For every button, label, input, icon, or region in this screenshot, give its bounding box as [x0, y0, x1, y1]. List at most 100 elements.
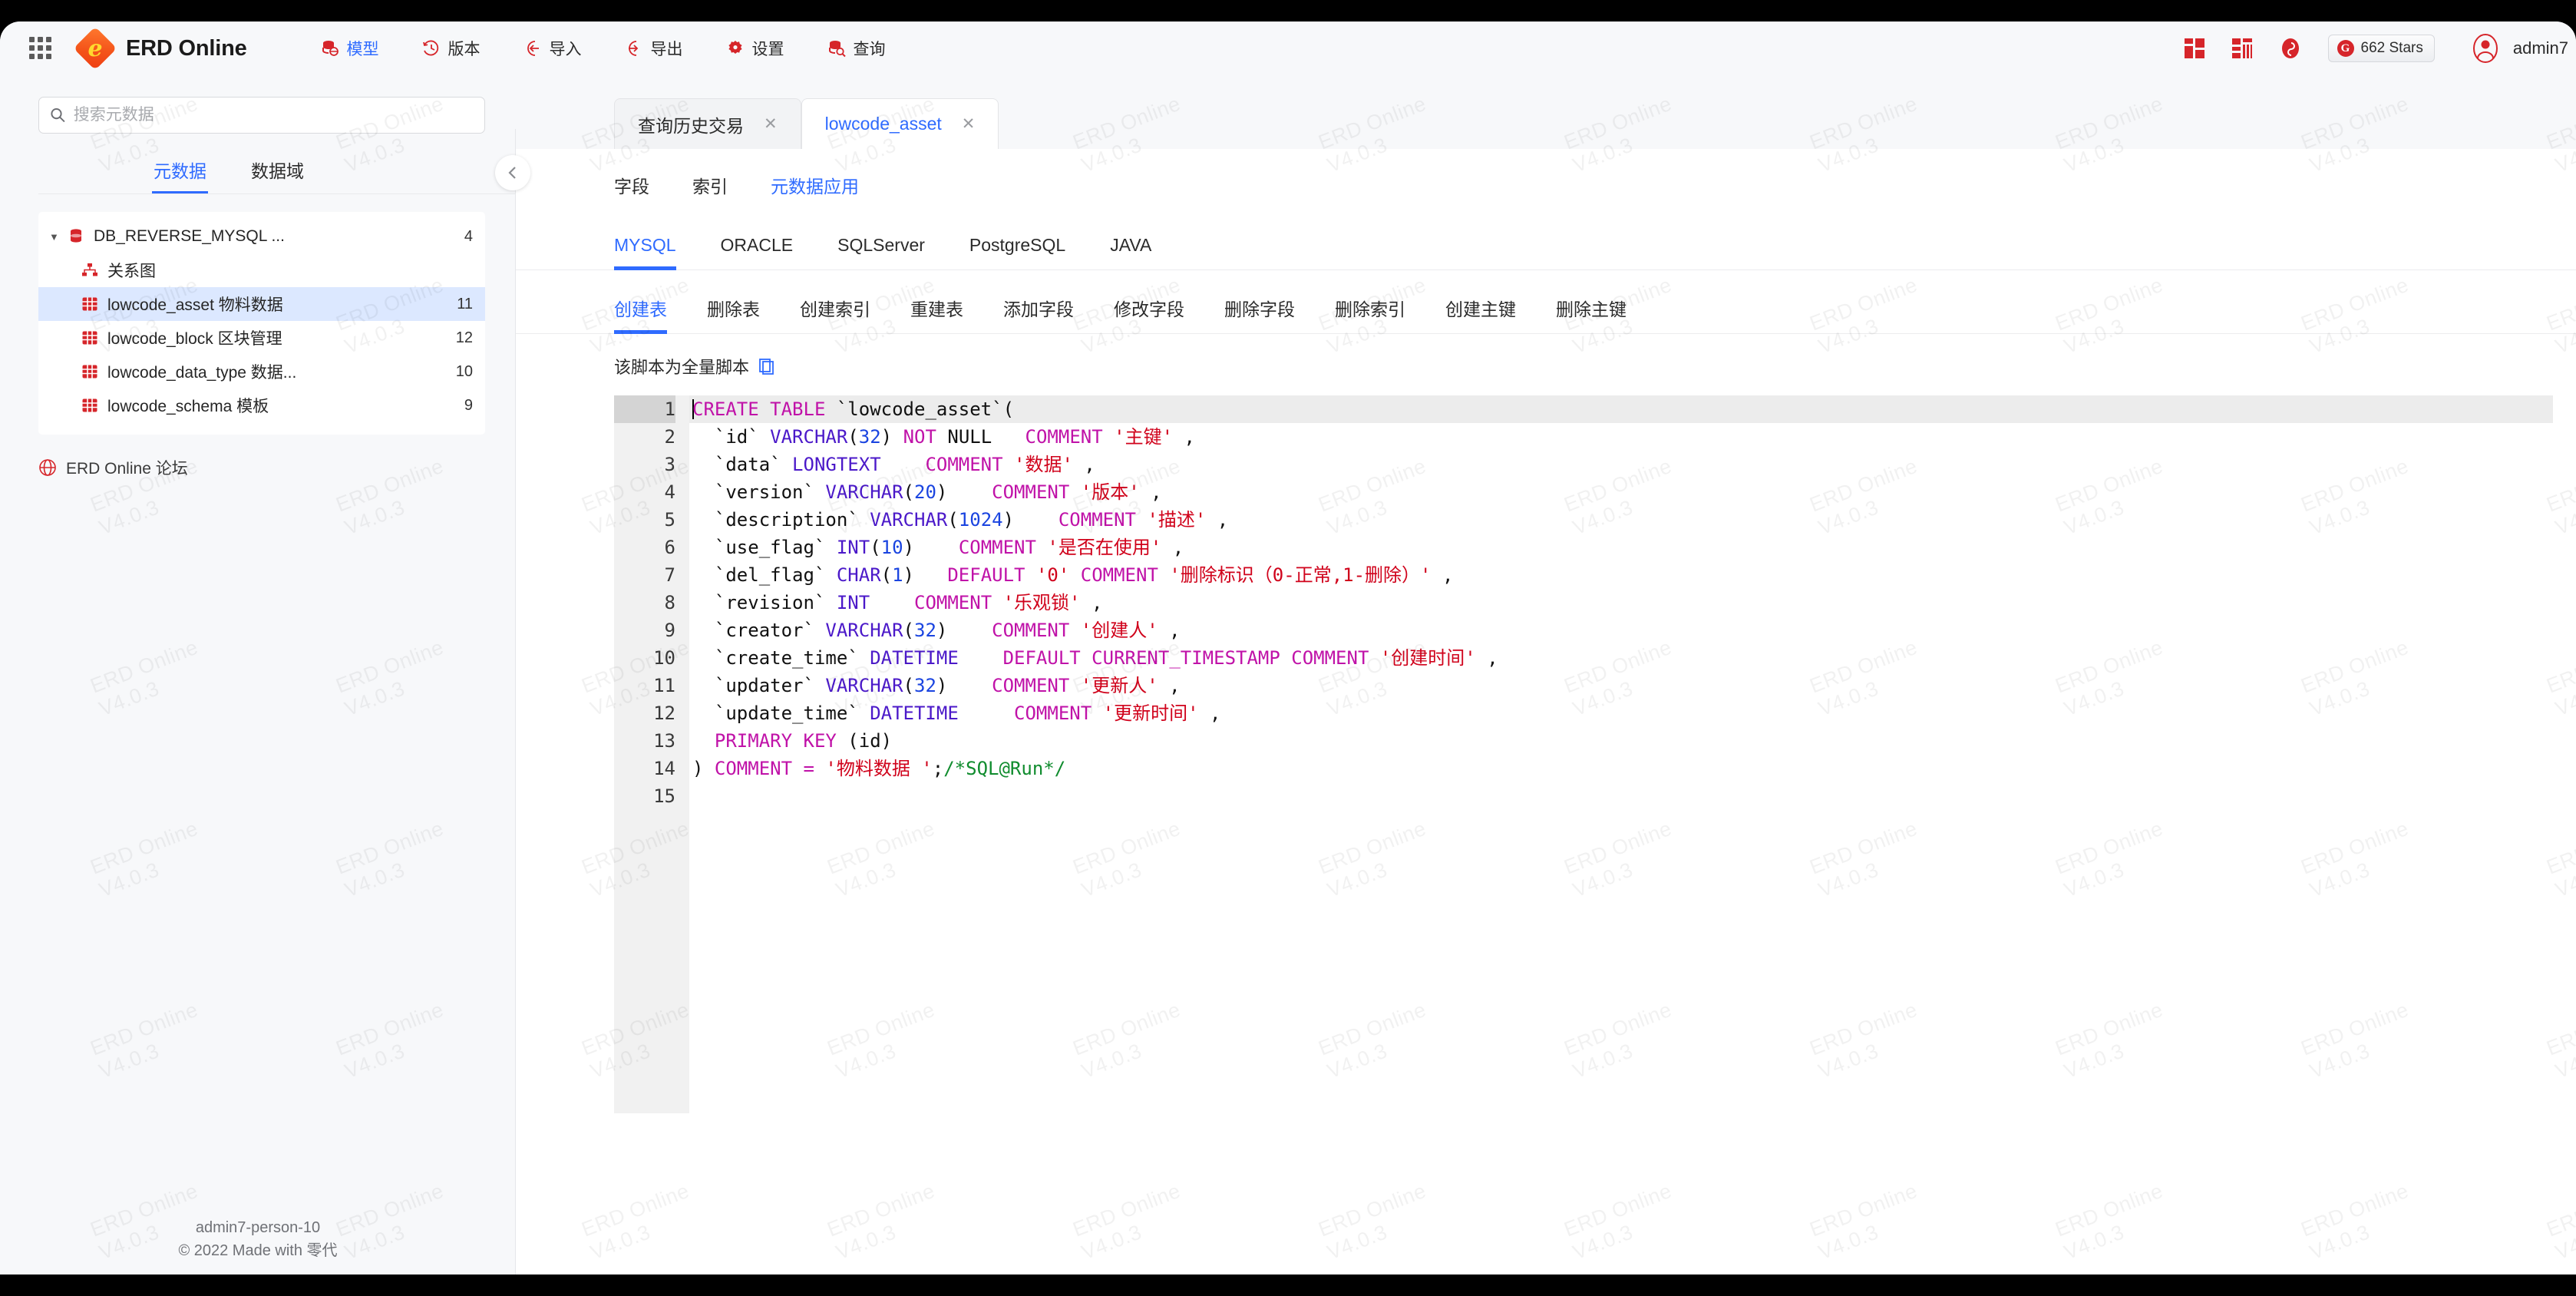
tree-row[interactable]: lowcode_data_type 数据... 10 — [38, 355, 485, 388]
table-sub-tab-2[interactable]: 索引 — [692, 172, 728, 206]
line-number: 12 — [653, 703, 675, 724]
github-stars-badge[interactable]: G 662 Stars — [2327, 35, 2435, 62]
document-tab-label: 查询历史交易 — [638, 115, 744, 136]
code-token: DATETIME — [870, 703, 959, 724]
dialect-tab-3[interactable]: SQLServer — [837, 235, 925, 269]
header-menu-item-3[interactable]: 导入 — [502, 32, 603, 64]
code-line[interactable]: `version` VARCHAR(20) COMMENT '版本' , — [689, 478, 2553, 506]
code-line[interactable]: `update_time` DATETIME COMMENT '更新时间' , — [689, 699, 2553, 727]
ddl-action-tabs: 创建表 删除表 创建索引 重建表 添加字段 修改字段 删除字段 删除索引 创建主键 删除主键 — [516, 270, 2576, 334]
code-token: `revision` — [692, 592, 837, 613]
document-tab-2[interactable]: lowcode_asset ✕ — [801, 98, 999, 149]
sidebar: 元数据 数据域 ▼ DB_REVERSE_MYSQL ... 4 关系图 lowcode_… — [0, 75, 516, 1275]
header-menu-item-2[interactable]: 版本 — [401, 32, 502, 64]
code-token: INT — [836, 537, 870, 558]
table-sub-tab-3[interactable]: 元数据应用 — [771, 172, 859, 206]
code-token: 32 — [858, 426, 881, 448]
sidebar-tab-1[interactable]: 元数据 — [152, 157, 208, 194]
main-content: 查询历史交易 ✕ lowcode_asset ✕ 字段 索引 元数据应用 MYSQL ORA… — [516, 75, 2576, 1275]
ddl-action-tab-6[interactable]: 修改字段 — [1114, 295, 1184, 333]
code-line[interactable]: `id` VARCHAR(32) NOT NULL COMMENT '主键' , — [689, 423, 2553, 451]
table-detail-panel: 字段 索引 元数据应用 MYSQL ORACLE SQLServer PostgreSQL… — [516, 149, 2576, 1275]
tree-row-count: 10 — [455, 362, 473, 380]
line-number: 10 — [653, 647, 675, 669]
ddl-action-tab-3[interactable]: 创建索引 — [800, 295, 870, 333]
header-menu-item-1[interactable]: 模型 — [299, 32, 401, 64]
table-sub-tab-1[interactable]: 字段 — [614, 172, 649, 206]
ddl-action-tab-7[interactable]: 删除字段 — [1224, 295, 1295, 333]
code-line[interactable]: `del_flag` CHAR(1) DEFAULT '0' COMMENT '… — [689, 561, 2553, 589]
chevron-left-icon — [508, 167, 516, 179]
ddl-action-tab-10[interactable]: 删除主键 — [1556, 295, 1627, 333]
line-number: 5 — [664, 509, 675, 531]
header-menu-item-4[interactable]: 导出 — [603, 32, 705, 64]
collapse-sidebar-button[interactable] — [495, 155, 530, 190]
code-line[interactable]: ) COMMENT = '物料数据 ';/*SQL@Run*/ — [689, 755, 2553, 782]
user-name-label: admin7 — [2512, 38, 2568, 58]
close-icon[interactable]: ✕ — [962, 114, 976, 134]
dialect-tab-1[interactable]: MYSQL — [614, 235, 676, 270]
ddl-action-tab-9[interactable]: 创建主键 — [1445, 295, 1516, 333]
search-input[interactable] — [73, 106, 474, 124]
code-line[interactable]: `description` VARCHAR(1024) COMMENT '描述'… — [689, 506, 2553, 534]
user-menu[interactable]: admin7 — [2469, 31, 2576, 65]
forum-link[interactable]: ERD Online 论坛 — [38, 456, 516, 479]
code-line[interactable]: `data` LONGTEXT COMMENT '数据' , — [689, 451, 2553, 478]
header-menu-item-6[interactable]: 查询 — [806, 32, 907, 64]
ddl-action-tab-8[interactable]: 删除索引 — [1335, 295, 1405, 333]
link-circle-icon[interactable] — [2279, 37, 2302, 60]
code-token: COMMENT — [1080, 564, 1170, 586]
copy-icon[interactable] — [758, 358, 775, 375]
sidebar-tab-2[interactable]: 数据域 — [251, 157, 304, 193]
caret-down-icon[interactable]: ▼ — [49, 231, 64, 243]
code-token: `del_flag` — [692, 564, 837, 586]
editor-code-area[interactable]: CREATE TABLE `lowcode_asset`( `id` VARCH… — [689, 395, 2553, 1113]
code-token: ) — [936, 620, 992, 641]
code-line[interactable]: `updater` VARCHAR(32) COMMENT '更新人' , — [689, 672, 2553, 699]
ddl-action-tab-1[interactable]: 创建表 — [614, 295, 667, 334]
code-token: `create_time` — [692, 647, 870, 669]
apps-grid-icon[interactable] — [29, 37, 52, 60]
tree-row[interactable]: lowcode_block 区块管理 12 — [38, 321, 485, 355]
layout-columns-icon[interactable] — [2231, 38, 2253, 59]
code-token: COMMENT — [1025, 426, 1115, 448]
tree-row[interactable]: lowcode_schema 模板 9 — [38, 388, 485, 422]
globe-icon — [39, 459, 56, 476]
dialect-tab-5[interactable]: JAVA — [1110, 235, 1151, 269]
ddl-action-tab-5[interactable]: 添加字段 — [1003, 295, 1074, 333]
code-token: LONGTEXT — [792, 454, 881, 475]
code-token: ( — [903, 620, 914, 641]
code-line[interactable]: CREATE TABLE `lowcode_asset`( — [689, 395, 2553, 423]
document-tab-1[interactable]: 查询历史交易 ✕ — [614, 98, 801, 149]
dialect-tab-4[interactable]: PostgreSQL — [969, 235, 1065, 269]
database-icon — [68, 228, 94, 245]
code-token: CREATE TABLE — [692, 398, 837, 420]
code-token: VARCHAR — [825, 481, 903, 503]
tree-row[interactable]: 关系图 — [38, 253, 485, 287]
line-number: 6 — [664, 537, 675, 558]
layout-grid-icon[interactable] — [2184, 38, 2205, 59]
close-icon[interactable]: ✕ — [764, 114, 778, 134]
code-token: 20 — [914, 481, 936, 503]
ddl-action-tab-4[interactable]: 重建表 — [910, 295, 963, 333]
code-line[interactable] — [689, 782, 2553, 810]
code-line[interactable]: `use_flag` INT(10) COMMENT '是否在使用' , — [689, 534, 2553, 561]
line-number: 2 — [664, 426, 675, 448]
code-line[interactable]: `create_time` DATETIME DEFAULT CURRENT_T… — [689, 644, 2553, 672]
tree-row[interactable]: ▼ DB_REVERSE_MYSQL ... 4 — [38, 220, 485, 253]
footer-copyright: © 2022 Made with 零代 — [178, 1242, 338, 1259]
brand-logo-area[interactable]: e ERD Online — [73, 26, 247, 71]
search-metadata-box[interactable] — [38, 97, 485, 134]
code-line[interactable]: `creator` VARCHAR(32) COMMENT '创建人' , — [689, 617, 2553, 644]
tree-row[interactable]: lowcode_asset 物料数据 11 — [38, 287, 485, 321]
code-token: COMMENT — [925, 454, 1015, 475]
ddl-action-tab-2[interactable]: 删除表 — [707, 295, 760, 333]
header-menu-item-5[interactable]: 设置 — [705, 32, 806, 64]
sql-code-editor[interactable]: 1 2 3 4 5 6 7 8 9 10 11 12 13 14 15 CREATE TABLE `lowc… — [614, 395, 2553, 1113]
code-line[interactable]: PRIMARY KEY (id) — [689, 727, 2553, 755]
code-line[interactable]: `revision` INT COMMENT '乐观锁' , — [689, 589, 2553, 617]
dialect-tab-2[interactable]: ORACLE — [721, 235, 794, 269]
